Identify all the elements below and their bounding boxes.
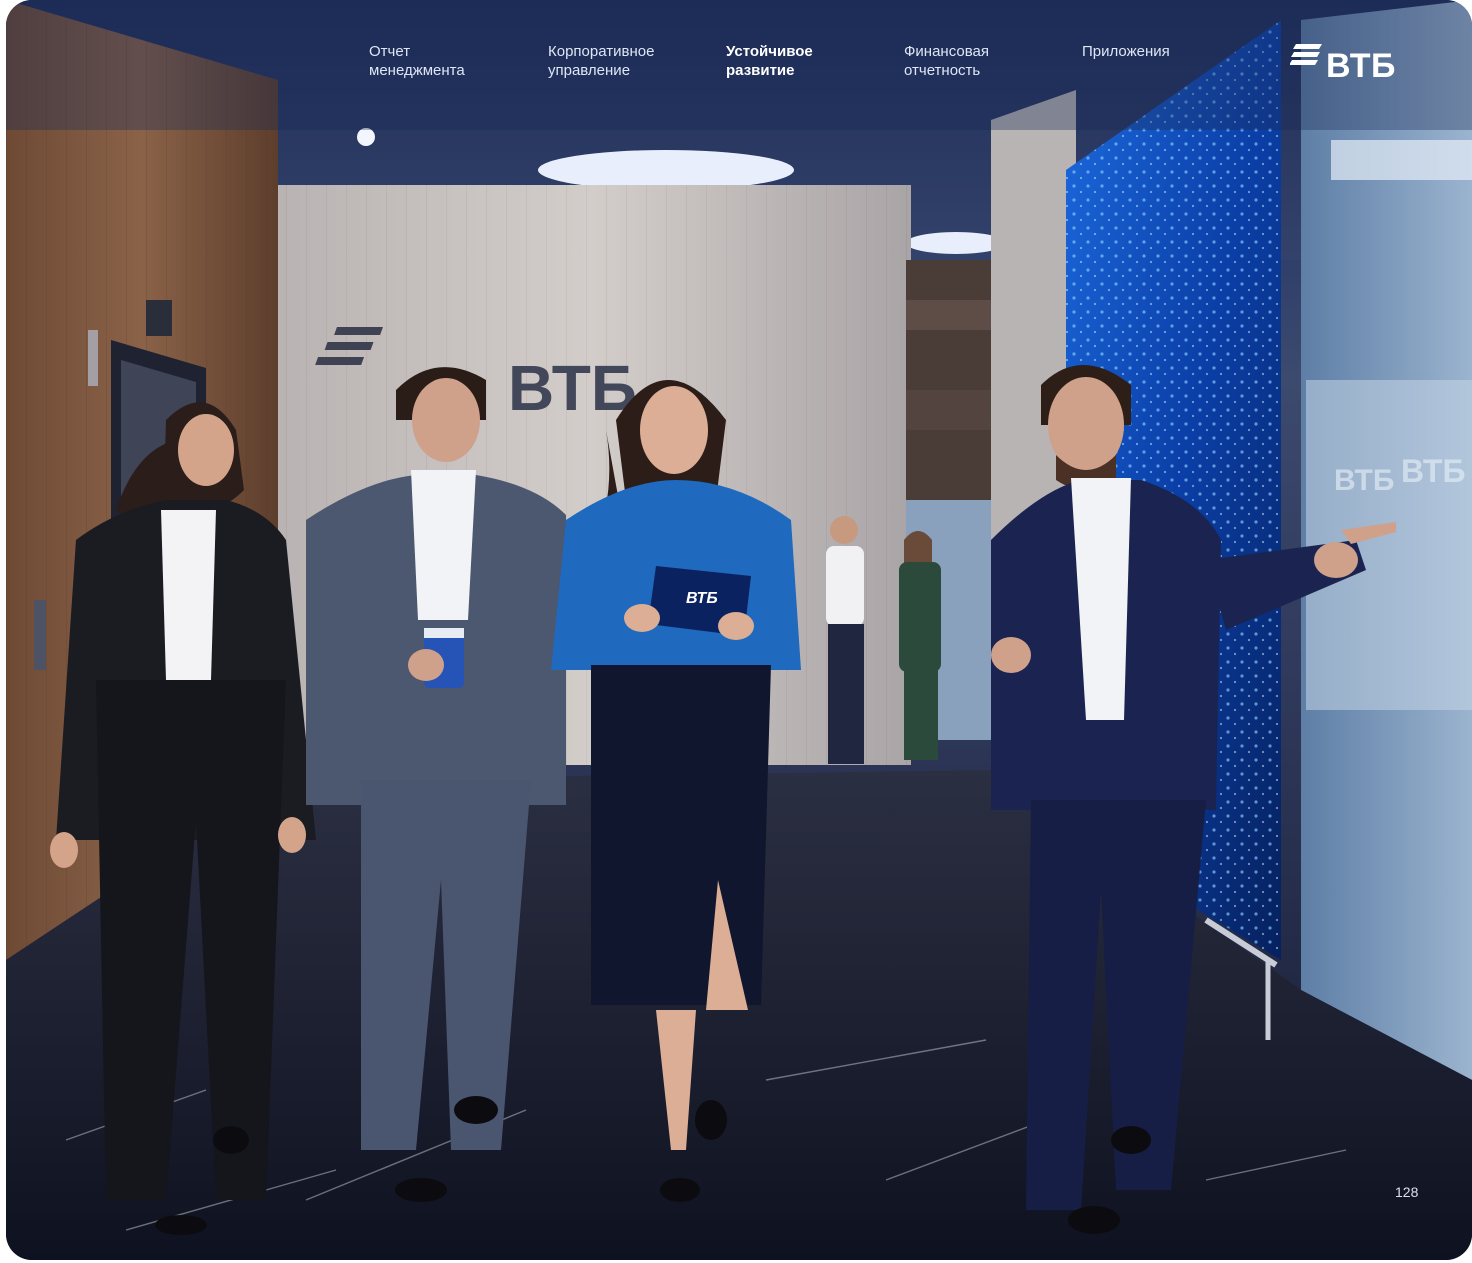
glass-logo-1: ВТБ bbox=[1334, 464, 1394, 497]
tablet-logo-text: ВТБ bbox=[686, 590, 718, 607]
vtb-logo[interactable]: ВТБ bbox=[1290, 42, 1396, 86]
nav-item-financial-statements[interactable]: Финансовая отчетность bbox=[904, 42, 989, 80]
section-navigation: Отчет менеджмента Корпоративное управлен… bbox=[6, 42, 1472, 102]
nav-item-management-report[interactable]: Отчет менеджмента bbox=[369, 42, 465, 80]
page-number: 128 bbox=[1395, 1184, 1419, 1200]
nav-item-appendices[interactable]: Приложения bbox=[1082, 42, 1170, 61]
vtb-logo-stripes-icon bbox=[1290, 44, 1322, 65]
nav-item-sustainable-development[interactable]: Устойчивое развитие bbox=[726, 42, 813, 80]
wall-logo-text: ВТБ bbox=[508, 352, 637, 424]
glass-logo-2: ВТБ bbox=[1401, 453, 1465, 489]
office-photo: ВТБ ВТБ ВТБ ВТБ bbox=[6, 0, 1472, 1260]
report-page: ВТБ ВТБ ВТБ ВТБ Отчет менеджмента Корпор… bbox=[6, 0, 1472, 1260]
nav-item-corporate-governance[interactable]: Корпоративное управление bbox=[548, 42, 654, 80]
vtb-logo-text: ВТБ bbox=[1326, 47, 1396, 85]
